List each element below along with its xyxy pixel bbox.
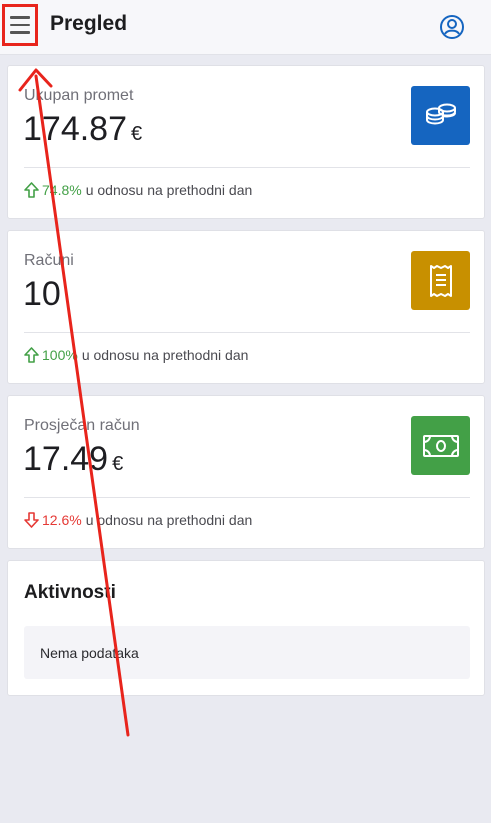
empty-state: Nema podataka (24, 626, 470, 679)
menu-line (10, 31, 30, 34)
top-app-bar: Pregled (0, 0, 491, 55)
card-value: 10 (23, 275, 61, 314)
activities-title: Aktivnosti (24, 582, 116, 603)
divider (24, 167, 470, 168)
banknote-icon (411, 416, 470, 475)
value-number: 17.49 (23, 440, 109, 478)
change-row: 100% u odnosu na prethodni dan (24, 347, 248, 363)
change-percent: 74.8% (42, 182, 82, 198)
card-label: Prosječan račun (24, 417, 140, 434)
currency-symbol: € (112, 453, 124, 475)
card-value: 174.87 € (23, 110, 142, 149)
card-label: Računi (24, 252, 74, 269)
coins-icon (411, 86, 470, 145)
change-text: u odnosu na prethodni dan (85, 182, 253, 198)
average-receipt-card: Prosječan račun 17.49 € 12.6% u odnosu na… (7, 395, 485, 549)
receipts-card: Računi 10 100% u odnosu na prethodni dan (7, 230, 485, 384)
value-number: 174.87 (23, 110, 127, 148)
value-number: 10 (23, 275, 61, 313)
receipt-icon (411, 251, 470, 310)
change-text: u odnosu na prethodni dan (85, 512, 253, 528)
arrow-up-icon (24, 182, 39, 198)
change-percent: 100% (42, 347, 78, 363)
total-revenue-card: Ukupan promet 174.87 € 74.8% u odnosu na … (7, 65, 485, 219)
divider (24, 497, 470, 498)
currency-symbol: € (131, 123, 143, 145)
change-row: 74.8% u odnosu na prethodni dan (24, 182, 252, 198)
change-row: 12.6% u odnosu na prethodni dan (24, 512, 252, 528)
arrow-down-icon (24, 512, 39, 528)
menu-line (10, 16, 30, 19)
card-value: 17.49 € (23, 440, 123, 479)
change-text: u odnosu na prethodni dan (81, 347, 249, 363)
menu-line (10, 23, 30, 27)
divider (24, 332, 470, 333)
arrow-up-icon (24, 347, 39, 363)
page-title: Pregled (50, 12, 128, 35)
empty-text: Nema podataka (40, 644, 139, 661)
activities-card: Aktivnosti Nema podataka (7, 560, 485, 696)
user-circle-icon[interactable] (439, 14, 465, 40)
change-percent: 12.6% (42, 512, 82, 528)
hamburger-menu-button[interactable] (2, 4, 38, 46)
card-label: Ukupan promet (24, 87, 134, 104)
